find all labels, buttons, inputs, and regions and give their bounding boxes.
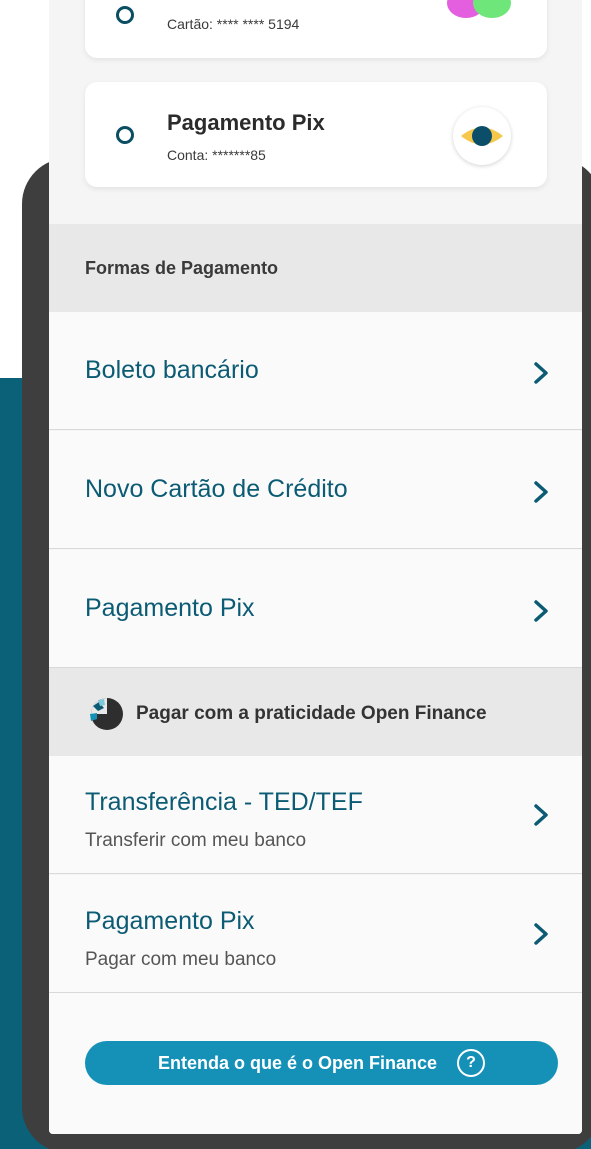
payment-option-pix[interactable]: Pagamento Pix bbox=[49, 550, 582, 668]
button-label: Entenda o que é o Open Finance bbox=[157, 1052, 438, 1073]
open-finance-header: Pagar com a praticidade Open Finance bbox=[49, 668, 582, 756]
payment-option-new-credit-card[interactable]: Novo Cartão de Crédito bbox=[49, 431, 582, 549]
option-sublabel: Transferir com meu banco bbox=[85, 830, 307, 851]
payment-screen: Cartão: **** **** 5194 Pagamento Pix Con… bbox=[49, 0, 582, 1134]
radio-button[interactable] bbox=[116, 126, 134, 144]
option-label: Novo Cartão de Crédito bbox=[85, 475, 348, 503]
chevron-right-icon bbox=[534, 600, 548, 622]
section-title: Pagar com a praticidade Open Finance bbox=[136, 703, 487, 724]
option-label: Pagamento Pix bbox=[85, 594, 255, 622]
chevron-right-icon bbox=[534, 804, 548, 826]
open-finance-option-pix[interactable]: Pagamento Pix Pagar com meu banco bbox=[49, 875, 582, 993]
open-finance-info-button[interactable]: Entenda o que é o Open Finance ? bbox=[85, 1041, 558, 1085]
option-label: Boleto bancário bbox=[85, 356, 259, 384]
option-label: Pagamento Pix bbox=[85, 907, 255, 935]
pix-icon bbox=[453, 107, 511, 165]
chevron-right-icon bbox=[534, 362, 548, 384]
saved-pix-title: Pagamento Pix bbox=[167, 110, 325, 135]
payment-option-boleto[interactable]: Boleto bancário bbox=[49, 312, 582, 430]
payment-methods-header: Formas de Pagamento bbox=[49, 224, 582, 312]
chevron-right-icon bbox=[534, 481, 548, 503]
open-finance-icon bbox=[90, 698, 123, 730]
saved-card-method[interactable]: Cartão: **** **** 5194 bbox=[85, 0, 547, 58]
footer: Entenda o que é o Open Finance ? bbox=[49, 993, 582, 1134]
section-title: Formas de Pagamento bbox=[85, 258, 279, 278]
option-label: Transferência - TED/TEF bbox=[85, 788, 363, 816]
option-sublabel: Pagar com meu banco bbox=[85, 949, 277, 970]
saved-pix-method[interactable]: Pagamento Pix Conta: *******85 bbox=[85, 82, 547, 187]
saved-pix-account: Conta: *******85 bbox=[167, 147, 266, 163]
radio-button[interactable] bbox=[116, 6, 134, 24]
chevron-right-icon bbox=[534, 923, 548, 945]
open-finance-option-ted-tef[interactable]: Transferência - TED/TEF Transferir com m… bbox=[49, 756, 582, 874]
help-icon: ? bbox=[457, 1049, 486, 1077]
mastercard-icon bbox=[447, 0, 511, 18]
card-number-label: Cartão: **** **** 5194 bbox=[167, 16, 300, 32]
